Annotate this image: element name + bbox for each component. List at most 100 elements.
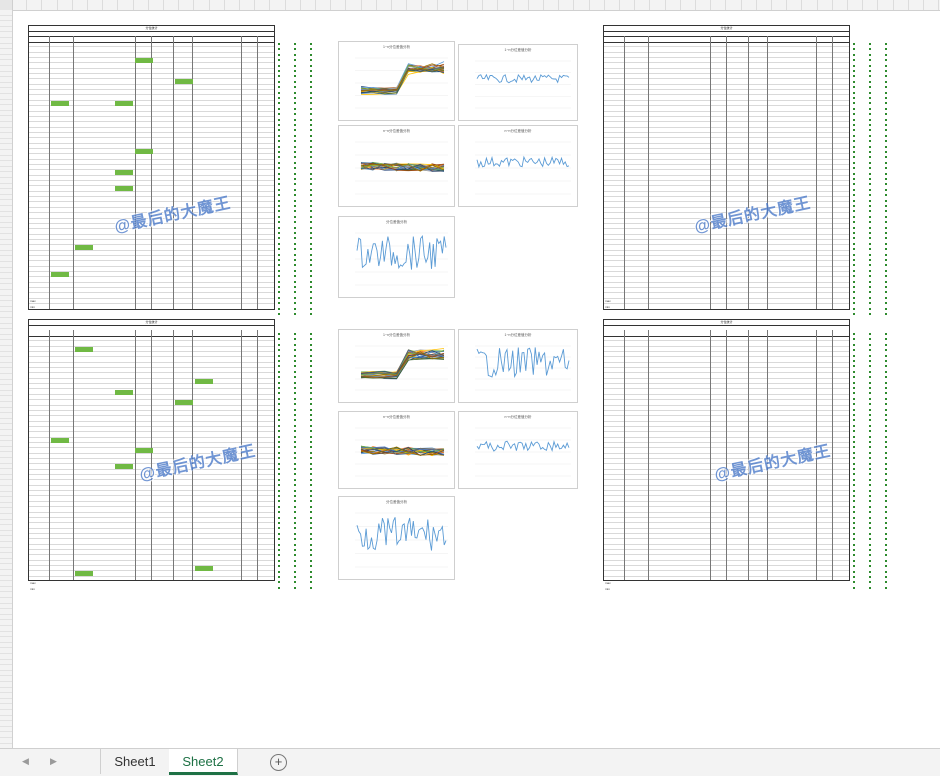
column-header-cell[interactable] (149, 0, 164, 10)
check-icon (294, 313, 296, 315)
column-header-cell[interactable] (833, 0, 848, 10)
column-header-cell[interactable] (818, 0, 833, 10)
check-icon (853, 403, 855, 406)
column-header-cell[interactable] (118, 0, 134, 10)
column-header-cell[interactable] (650, 0, 666, 10)
column-header-cell[interactable] (179, 0, 195, 10)
column-header-cell[interactable] (27, 0, 43, 10)
series-line (360, 61, 445, 90)
column-header-cell[interactable] (787, 0, 803, 10)
column-header-cell[interactable] (194, 0, 210, 10)
check-icon (294, 397, 296, 400)
column-header-cell[interactable] (559, 0, 575, 10)
tab-sheet2[interactable]: Sheet2 (169, 749, 238, 775)
column-header-cell[interactable] (422, 0, 438, 10)
check-icon (310, 495, 312, 497)
check-icon (310, 178, 312, 180)
column-header-cell[interactable] (103, 0, 119, 10)
column-header-cell[interactable] (848, 0, 864, 10)
column-header-cell[interactable] (757, 0, 772, 10)
check-icon (278, 576, 280, 578)
tab-prev-icon[interactable]: ◀ (22, 756, 29, 767)
column-header-cell[interactable] (635, 0, 651, 10)
column-header-cell[interactable] (362, 0, 377, 10)
check-icon (869, 543, 871, 546)
check-icon (278, 381, 280, 384)
column-header-cell[interactable] (377, 0, 392, 10)
check-icon (278, 183, 280, 186)
column-header-cell[interactable] (88, 0, 104, 10)
chart-line-mid-right-2[interactable]: n~n分位差值分析 (458, 411, 578, 489)
check-icon (885, 370, 887, 373)
chart-multiline-mid-2[interactable]: n~n分位差值分析 (338, 411, 455, 489)
chart-multiline-top-2[interactable]: 1~n分位差值分析 (338, 329, 455, 403)
column-header-cell[interactable] (514, 0, 529, 10)
check-icon (278, 291, 280, 294)
column-header-cell[interactable] (742, 0, 757, 10)
column-header-cell[interactable] (772, 0, 788, 10)
column-header-cell[interactable] (711, 0, 727, 10)
column-header-cell[interactable] (392, 0, 408, 10)
data-table-top-left[interactable]: 分位统计 (28, 25, 275, 310)
tab-next-icon[interactable]: ▶ (50, 756, 57, 767)
worksheet-area[interactable]: 分位统计 分位统计 分位统计 分位统计 max min max min max min… (13, 11, 940, 748)
check-icon (310, 570, 312, 573)
column-header-cell[interactable] (590, 0, 605, 10)
check-icon (853, 532, 855, 535)
check-icon (853, 478, 855, 481)
column-header-cell[interactable] (73, 0, 88, 10)
column-header-cell[interactable] (286, 0, 301, 10)
check-icon (278, 156, 280, 159)
column-header-cell[interactable] (620, 0, 636, 10)
column-header-cell[interactable] (666, 0, 681, 10)
column-header-cell[interactable] (12, 0, 28, 10)
column-header-cell[interactable] (878, 0, 894, 10)
check-icon (310, 392, 312, 395)
tab-sheet1[interactable]: Sheet1 (100, 749, 170, 774)
column-header-cell[interactable] (134, 0, 149, 10)
column-header-cell[interactable] (681, 0, 696, 10)
column-header-cell[interactable] (407, 0, 423, 10)
check-icon (885, 237, 887, 240)
column-header-cell[interactable] (301, 0, 316, 10)
column-header-cell[interactable] (346, 0, 362, 10)
column-header-cell[interactable] (58, 0, 73, 10)
column-header-cell[interactable] (210, 0, 225, 10)
column-header-cell[interactable] (529, 0, 544, 10)
column-header-cell[interactable] (924, 0, 940, 10)
column-header-cell[interactable] (225, 0, 240, 10)
chart-line-top-right[interactable]: 1~n分位差值分析 (458, 44, 578, 121)
column-header-cell[interactable] (255, 0, 271, 10)
column-header-cell[interactable] (468, 0, 484, 10)
chart-line-bottom-2[interactable]: 分位差值分析 (338, 496, 455, 580)
column-header-cell[interactable] (240, 0, 256, 10)
chart-multiline-mid[interactable]: n~n分位差值分析 (338, 125, 455, 207)
column-header-cell[interactable] (574, 0, 590, 10)
column-header-cell[interactable] (331, 0, 347, 10)
column-header-cell[interactable] (863, 0, 879, 10)
row-header-cell[interactable] (0, 738, 12, 744)
data-table-top-right[interactable]: 分位统计 (603, 25, 850, 310)
column-header-cell[interactable] (453, 0, 468, 10)
column-header-cell[interactable] (605, 0, 620, 10)
column-header-cell[interactable] (270, 0, 286, 10)
check-icon (310, 307, 312, 310)
column-header-cell[interactable] (544, 0, 560, 10)
column-header-cell[interactable] (726, 0, 742, 10)
column-header-cell[interactable] (696, 0, 712, 10)
column-header-cell[interactable] (316, 0, 332, 10)
chart-line-mid-right[interactable]: n~n分位差值分析 (458, 125, 578, 207)
column-header-cell[interactable] (483, 0, 499, 10)
column-header-cell[interactable] (802, 0, 818, 10)
chart-line-bottom[interactable]: 分位差值分析 (338, 216, 455, 298)
column-header-cell[interactable] (498, 0, 514, 10)
column-header-cell[interactable] (894, 0, 909, 10)
column-header-cell[interactable] (909, 0, 924, 10)
add-sheet-button[interactable]: + (270, 754, 287, 771)
column-header-cell[interactable] (438, 0, 453, 10)
check-icon (310, 43, 312, 45)
column-header-cell[interactable] (164, 0, 180, 10)
chart-multiline-top[interactable]: 1~n分位差值分析 (338, 41, 455, 121)
column-header-cell[interactable] (42, 0, 58, 10)
chart-line-top-right-2[interactable]: 1~n分位差值分析 (458, 329, 578, 403)
